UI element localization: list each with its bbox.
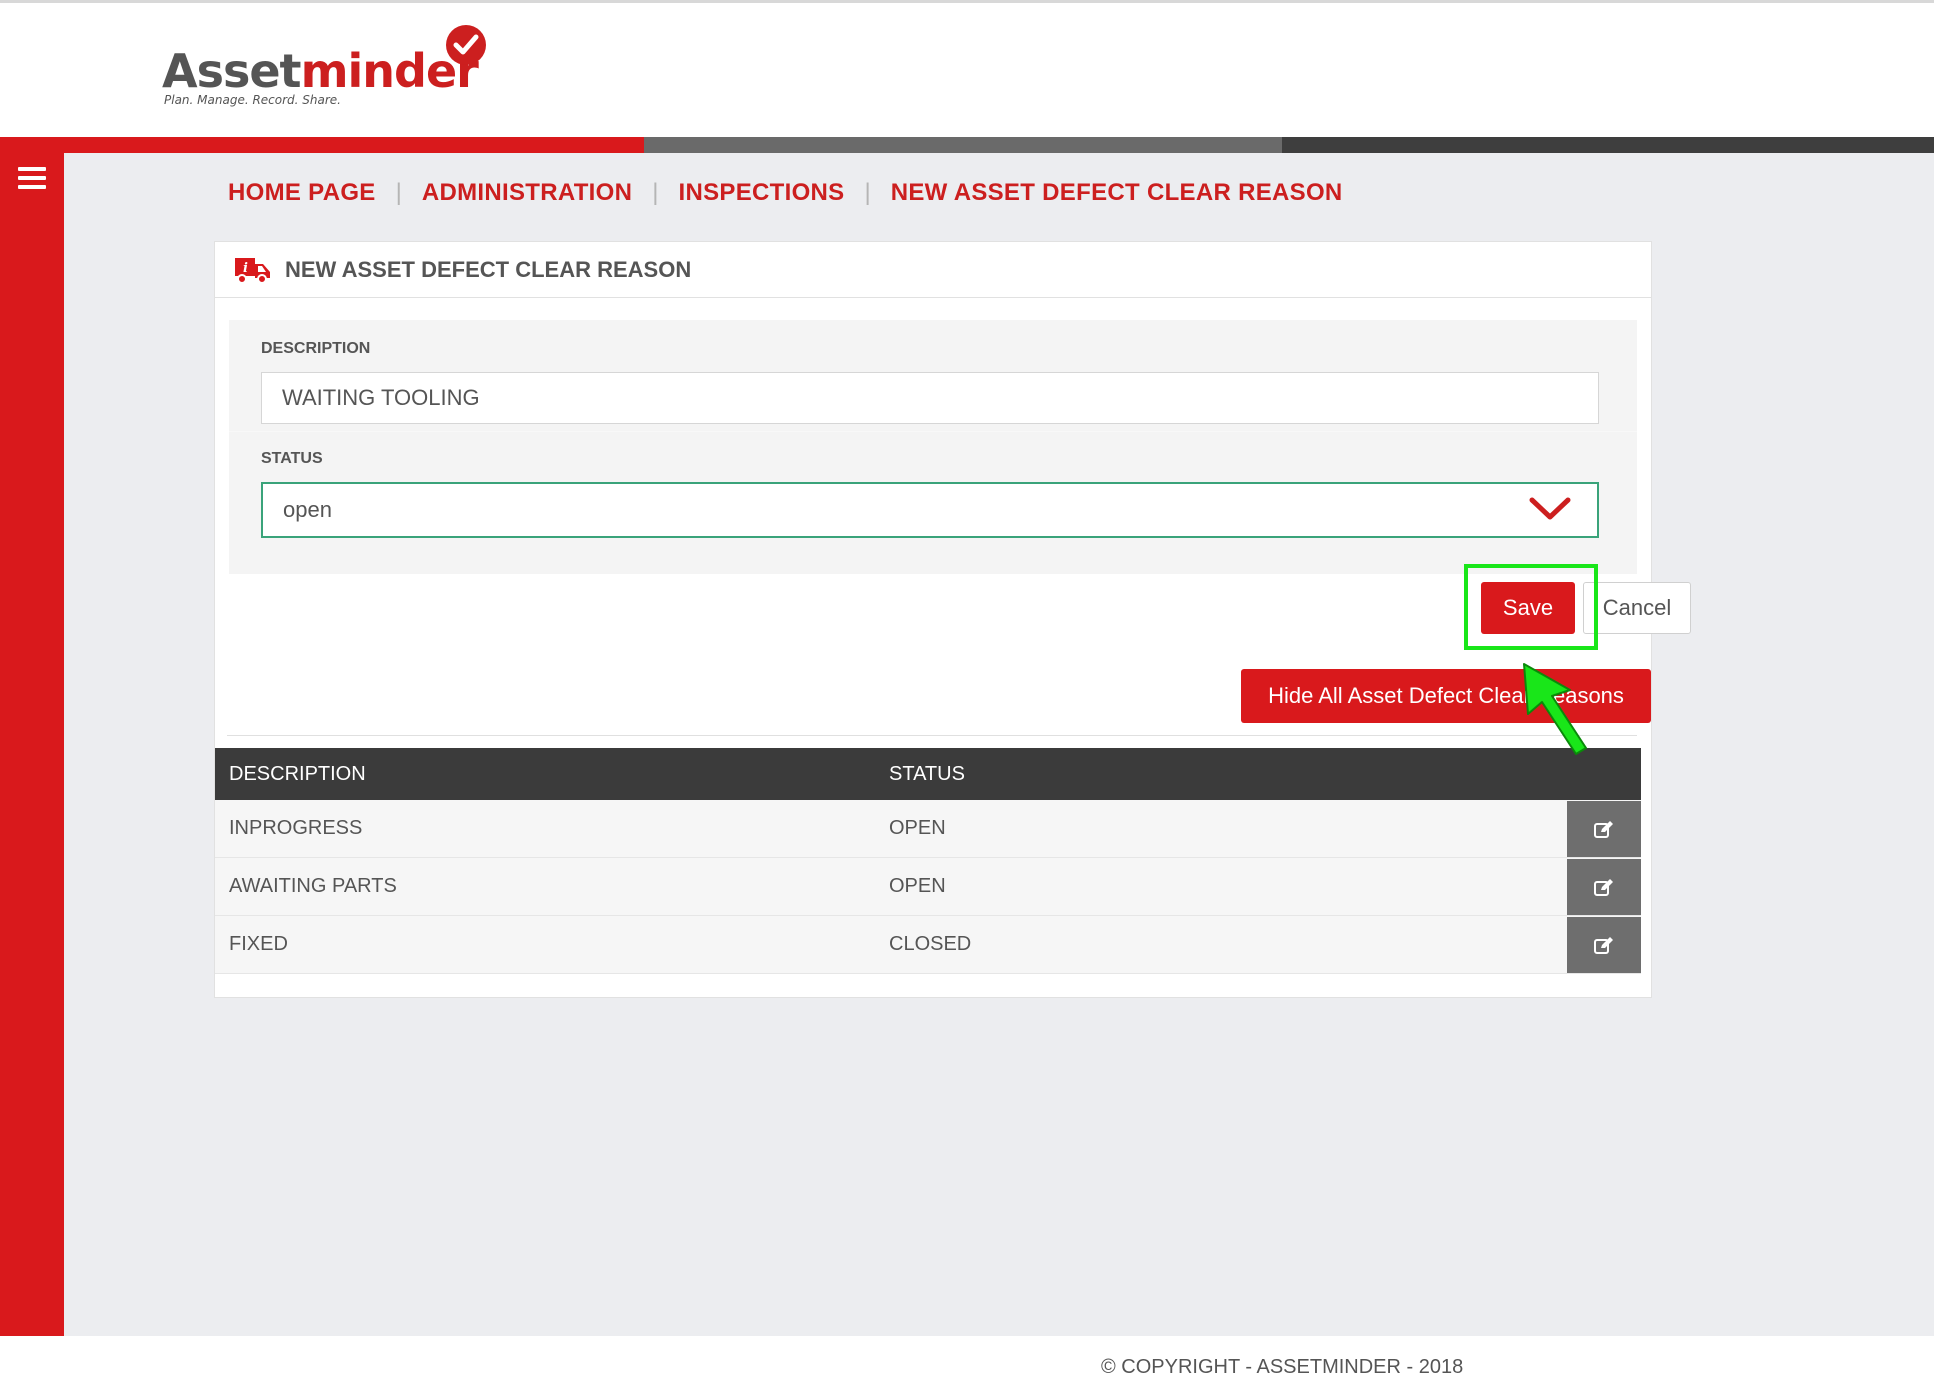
header-strip-grey: [644, 137, 1282, 153]
hamburger-icon[interactable]: [18, 167, 46, 193]
header: Assetminder Plan. Manage. Record. Share.: [0, 3, 1934, 137]
edit-icon: [1594, 878, 1613, 896]
table-header: DESCRIPTION STATUS: [215, 748, 1641, 800]
card-header: i NEW ASSET DEFECT CLEAR REASON: [215, 242, 1651, 298]
breadcrumb-separator: |: [652, 179, 659, 206]
form-card: i NEW ASSET DEFECT CLEAR REASON DESCRIPT…: [214, 241, 1691, 998]
card-title: NEW ASSET DEFECT CLEAR REASON: [285, 256, 692, 282]
row-status: CLOSED: [889, 933, 972, 955]
breadcrumb-home[interactable]: HOME PAGE: [228, 179, 376, 207]
row-description: AWAITING PARTS: [229, 875, 397, 897]
table-row: FIXED CLOSED: [215, 916, 1641, 974]
edit-icon: [1594, 820, 1613, 838]
annotation-arrow-icon: [1523, 663, 1587, 755]
row-description: INPROGRESS: [229, 817, 363, 839]
status-label: STATUS: [261, 450, 323, 467]
annotation-highlight-box: [1464, 564, 1598, 650]
breadcrumb-current-page[interactable]: NEW ASSET DEFECT CLEAR REASON: [891, 179, 1343, 207]
cancel-button[interactable]: Cancel: [1583, 582, 1691, 634]
edit-button[interactable]: [1567, 800, 1641, 857]
form-area: DESCRIPTION WAITING TOOLING STATUS open: [229, 320, 1637, 574]
breadcrumb-administration[interactable]: ADMINISTRATION: [422, 179, 632, 207]
table-row: INPROGRESS OPEN: [215, 800, 1641, 858]
chevron-down-icon: [1529, 497, 1571, 520]
description-input[interactable]: WAITING TOOLING: [261, 372, 1599, 424]
logo[interactable]: Assetminder Plan. Manage. Record. Share.: [162, 25, 502, 113]
row-status: OPEN: [889, 875, 946, 897]
header-strip-red: [0, 137, 644, 153]
checkmark-badge-icon: [446, 25, 486, 65]
logo-wordmark: Assetminder: [162, 44, 479, 98]
description-label: DESCRIPTION: [261, 340, 371, 357]
breadcrumb: HOME PAGE | ADMINISTRATION | INSPECTIONS…: [228, 179, 1343, 207]
edit-button[interactable]: [1567, 858, 1641, 915]
row-description: FIXED: [229, 933, 288, 955]
column-header-description[interactable]: DESCRIPTION: [215, 763, 889, 786]
edit-button[interactable]: [1567, 916, 1641, 973]
breadcrumb-separator: |: [395, 179, 402, 206]
status-select-value: open: [283, 497, 332, 522]
header-strip-dark: [1282, 137, 1934, 153]
breadcrumb-inspections[interactable]: INSPECTIONS: [678, 179, 844, 207]
main-content: HOME PAGE | ADMINISTRATION | INSPECTIONS…: [64, 153, 1934, 1336]
truck-info-icon: i: [235, 257, 270, 284]
row-status: OPEN: [889, 817, 946, 839]
status-select[interactable]: open: [261, 482, 1599, 538]
breadcrumb-separator: |: [864, 179, 871, 206]
edit-icon: [1594, 936, 1613, 954]
svg-text:i: i: [243, 261, 248, 276]
divider: [227, 735, 1637, 736]
logo-tagline: Plan. Manage. Record. Share.: [164, 93, 341, 107]
table-row: AWAITING PARTS OPEN: [215, 858, 1641, 916]
copyright-text: © COPYRIGHT - ASSETMINDER - 2018: [1101, 1356, 1464, 1378]
footer: © COPYRIGHT - ASSETMINDER - 2018: [0, 1336, 1934, 1398]
column-header-status[interactable]: STATUS: [889, 763, 1567, 786]
sidebar: [0, 153, 64, 1336]
reasons-table: DESCRIPTION STATUS INPROGRESS OPEN AWAIT…: [215, 748, 1641, 974]
